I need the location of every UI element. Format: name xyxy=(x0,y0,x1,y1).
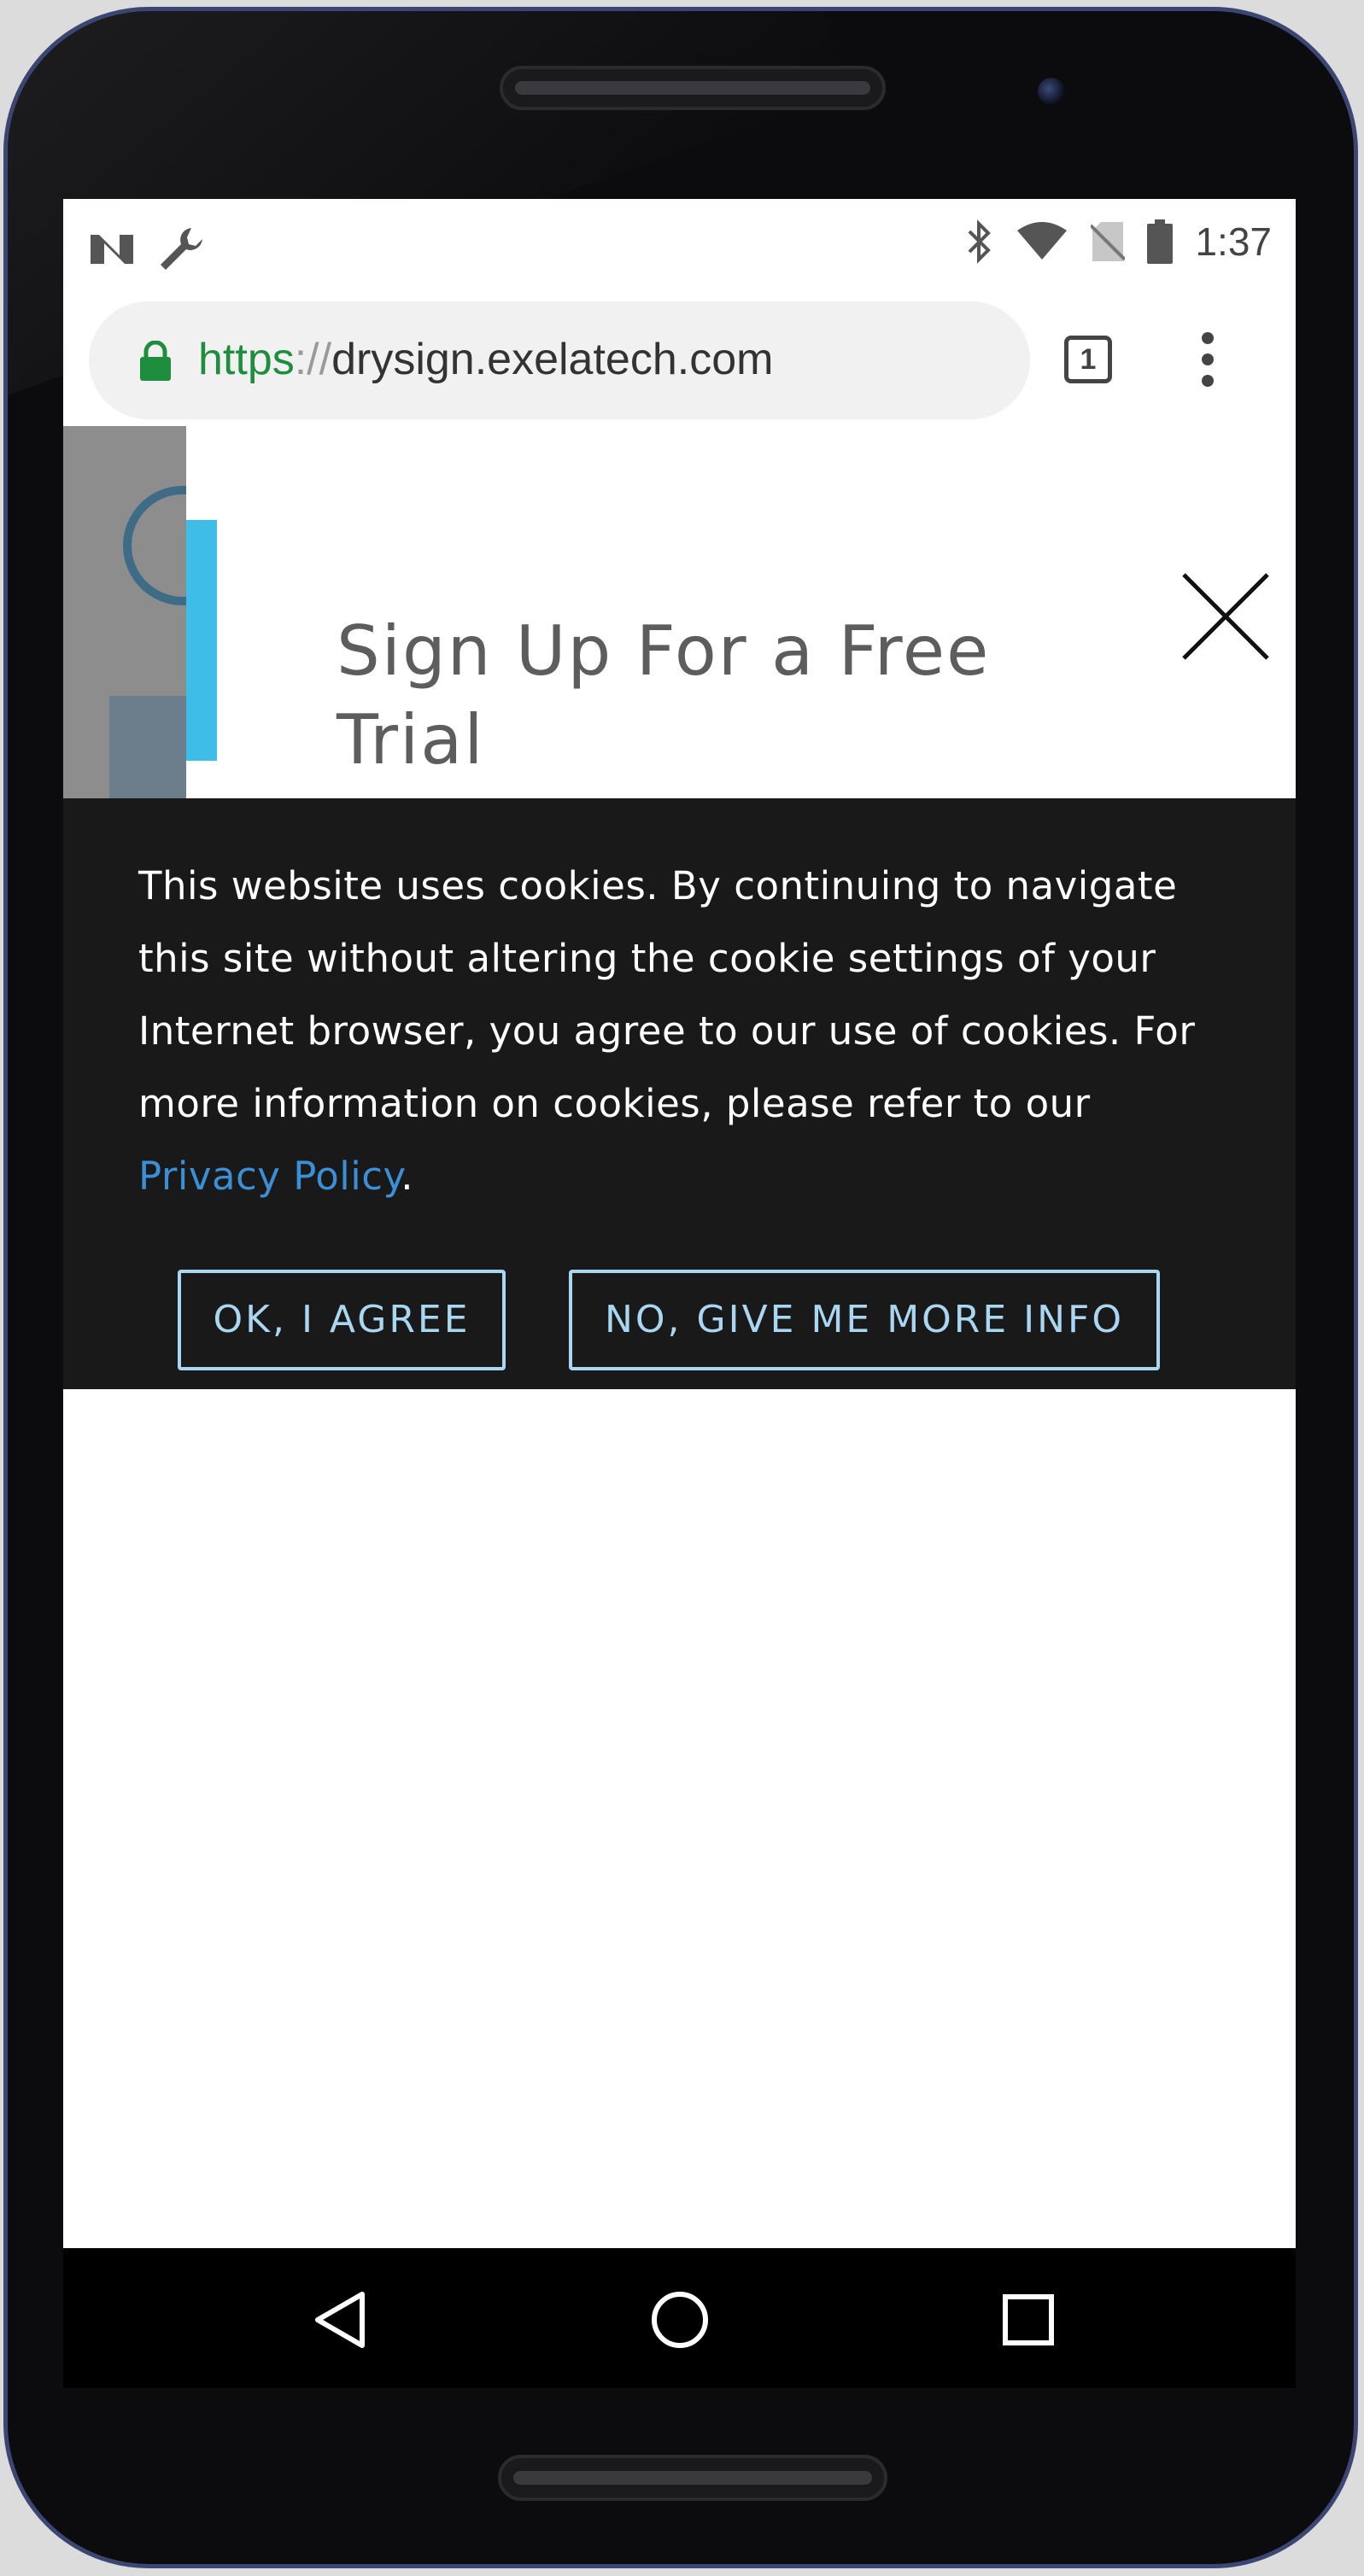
modal-accent-bar xyxy=(186,520,217,761)
tab-switcher-button[interactable]: 1 xyxy=(1064,336,1112,383)
wrench-icon xyxy=(161,228,202,270)
n-logo-icon xyxy=(91,235,133,264)
home-icon[interactable] xyxy=(649,2289,711,2351)
agree-button[interactable]: OK, I AGREE xyxy=(178,1270,506,1370)
battery-icon xyxy=(1147,219,1174,264)
device-screen: 1:37 https://drysign.exelatech.com 1 Sig… xyxy=(63,199,1296,2248)
status-clock: 1:37 xyxy=(1195,219,1272,264)
status-bar: 1:37 xyxy=(63,199,1296,284)
wifi-icon xyxy=(1017,222,1068,260)
privacy-policy-link[interactable]: Privacy Policy xyxy=(138,1154,401,1199)
bluetooth-icon xyxy=(969,219,992,264)
dot-icon xyxy=(1202,353,1214,365)
web-page: Sign Up For a Free Trial This website us… xyxy=(63,426,1296,2248)
cookie-banner: This website uses cookies. By continuing… xyxy=(63,798,1296,1389)
background-image xyxy=(109,696,186,798)
url-separator: :// xyxy=(294,335,332,384)
earpiece-speaker xyxy=(500,66,886,110)
close-icon[interactable] xyxy=(1179,570,1273,663)
dot-icon xyxy=(1202,332,1214,344)
back-icon[interactable] xyxy=(311,2289,372,2351)
dot-icon xyxy=(1202,375,1214,387)
lock-icon xyxy=(140,341,171,381)
cookie-message-end: . xyxy=(401,1154,414,1199)
background-logo-icon xyxy=(123,486,186,605)
no-sim-icon xyxy=(1091,222,1126,261)
cookie-message-text: This website uses cookies. By continuing… xyxy=(138,863,1196,1126)
front-camera xyxy=(1038,78,1065,105)
bottom-speaker xyxy=(498,2455,887,2501)
android-nav-bar xyxy=(63,2248,1296,2388)
url-scheme: https xyxy=(198,335,295,384)
browser-toolbar: https://drysign.exelatech.com 1 xyxy=(63,284,1296,426)
url-host: drysign.exelatech.com xyxy=(331,335,774,384)
overflow-menu-button[interactable] xyxy=(1199,332,1216,390)
recents-icon[interactable] xyxy=(998,2289,1059,2351)
modal-title: Sign Up For a Free Trial xyxy=(337,611,991,780)
cookie-message: This website uses cookies. By continuing… xyxy=(138,850,1232,1212)
more-info-button[interactable]: NO, GIVE ME MORE INFO xyxy=(569,1270,1160,1370)
address-bar[interactable]: https://drysign.exelatech.com xyxy=(89,301,1030,419)
url-text[interactable]: https://drysign.exelatech.com xyxy=(198,334,773,385)
dimmed-background-page xyxy=(63,426,186,798)
signup-modal: Sign Up For a Free Trial xyxy=(186,426,1296,798)
